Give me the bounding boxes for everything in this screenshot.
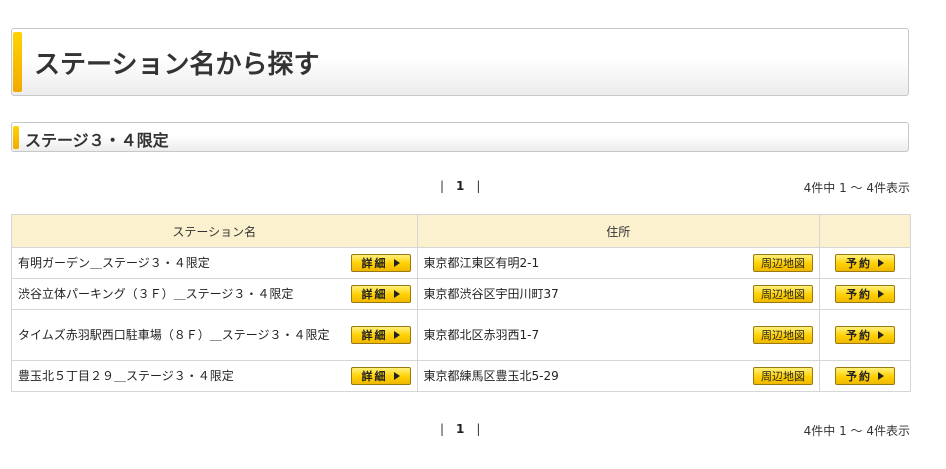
section-title: ステージ３・４限定 xyxy=(11,122,909,152)
map-button[interactable]: 周辺地図 xyxy=(753,254,814,272)
play-arrow-icon xyxy=(878,372,884,380)
station-address: 東京都北区赤羽西1-7 xyxy=(423,327,540,342)
station-name-cell: 有明ガーデン＿ステージ３・４限定 詳細 xyxy=(11,247,418,279)
reserve-cell: 予約 xyxy=(819,360,911,392)
reserve-cell: 予約 xyxy=(819,247,911,279)
table-row: タイムズ赤羽駅西口駐車場（８Ｆ）＿ステージ３・４限定 詳細 東京都北区赤羽西1-… xyxy=(11,309,911,361)
section-title-text: ステージ３・４限定 xyxy=(25,131,169,150)
page-separator: | xyxy=(476,179,481,193)
detail-button[interactable]: 詳細 xyxy=(350,326,411,344)
detail-button[interactable]: 詳細 xyxy=(350,367,411,385)
station-name: 豊玉北５丁目２９＿ステージ３・４限定 xyxy=(18,368,234,383)
reserve-button[interactable]: 予約 xyxy=(835,367,895,385)
address-cell: 東京都北区赤羽西1-7 周辺地図 xyxy=(416,309,821,361)
page-links: | 1 | xyxy=(440,422,480,436)
result-count: 4件中 1 ～ 4件表示 xyxy=(803,424,910,438)
map-button[interactable]: 周辺地図 xyxy=(753,326,814,344)
table-row: 豊玉北５丁目２９＿ステージ３・４限定 詳細 東京都練馬区豊玉北5-29 周辺地図… xyxy=(11,360,911,392)
play-arrow-icon xyxy=(878,331,884,339)
detail-button[interactable]: 詳細 xyxy=(350,285,411,303)
station-name: 渋谷立体パーキング（３Ｆ）＿ステージ３・４限定 xyxy=(18,286,294,301)
reserve-button-label: 予約 xyxy=(846,370,872,383)
page-title: ステーション名から探す xyxy=(11,28,909,96)
header-station-name: ステーション名 xyxy=(11,214,418,248)
page-title-text: ステーション名から探す xyxy=(34,50,320,80)
detail-button-label: 詳細 xyxy=(361,257,388,270)
map-button[interactable]: 周辺地図 xyxy=(753,285,814,303)
result-count: 4件中 1 ～ 4件表示 xyxy=(803,181,910,195)
station-address: 東京都練馬区豊玉北5-29 xyxy=(423,368,559,383)
detail-button-label: 詳細 xyxy=(361,329,388,342)
station-name-cell: 渋谷立体パーキング（３Ｆ）＿ステージ３・４限定 詳細 xyxy=(11,278,418,310)
reserve-button[interactable]: 予約 xyxy=(835,254,895,272)
reserve-button-label: 予約 xyxy=(846,329,872,342)
play-arrow-icon xyxy=(393,331,400,339)
header-reserve xyxy=(819,214,911,248)
station-table: ステーション名 住所 有明ガーデン＿ステージ３・４限定 詳細 東京都江東区有明2… xyxy=(11,214,911,392)
station-name: 有明ガーデン＿ステージ３・４限定 xyxy=(18,255,210,270)
page-separator: | xyxy=(440,179,445,193)
section-accent-bar xyxy=(13,126,19,149)
header-address: 住所 xyxy=(416,214,821,248)
reserve-button[interactable]: 予約 xyxy=(835,285,895,303)
page-separator: | xyxy=(476,422,481,436)
reserve-button-label: 予約 xyxy=(846,288,872,301)
station-address: 東京都江東区有明2-1 xyxy=(423,255,540,270)
play-arrow-icon xyxy=(393,290,400,298)
table-header-row: ステーション名 住所 xyxy=(11,214,911,248)
page-links: | 1 | xyxy=(440,179,480,193)
detail-button-label: 詳細 xyxy=(361,288,388,301)
detail-button-label: 詳細 xyxy=(361,370,388,383)
play-arrow-icon xyxy=(878,259,884,267)
reserve-cell: 予約 xyxy=(819,278,911,310)
address-cell: 東京都江東区有明2-1 周辺地図 xyxy=(416,247,821,279)
play-arrow-icon xyxy=(393,372,400,380)
current-page: 1 xyxy=(456,179,465,193)
pagination-top: | 1 | 4件中 1 ～ 4件表示 xyxy=(0,179,946,197)
address-cell: 東京都渋谷区宇田川町37 周辺地図 xyxy=(416,278,821,310)
table-row: 渋谷立体パーキング（３Ｆ）＿ステージ３・４限定 詳細 東京都渋谷区宇田川町37 … xyxy=(11,278,911,310)
station-name-cell: 豊玉北５丁目２９＿ステージ３・４限定 詳細 xyxy=(11,360,418,392)
play-arrow-icon xyxy=(393,259,400,267)
current-page: 1 xyxy=(456,422,465,436)
page-separator: | xyxy=(440,422,445,436)
play-arrow-icon xyxy=(878,290,884,298)
station-address: 東京都渋谷区宇田川町37 xyxy=(423,286,559,301)
reserve-cell: 予約 xyxy=(819,309,911,361)
map-button[interactable]: 周辺地図 xyxy=(753,367,814,385)
reserve-button[interactable]: 予約 xyxy=(835,326,895,344)
station-name-cell: タイムズ赤羽駅西口駐車場（８Ｆ）＿ステージ３・４限定 詳細 xyxy=(11,309,418,361)
reserve-button-label: 予約 xyxy=(846,257,872,270)
detail-button[interactable]: 詳細 xyxy=(350,254,411,272)
address-cell: 東京都練馬区豊玉北5-29 周辺地図 xyxy=(416,360,821,392)
station-name: タイムズ赤羽駅西口駐車場（８Ｆ）＿ステージ３・４限定 xyxy=(18,327,330,342)
table-row: 有明ガーデン＿ステージ３・４限定 詳細 東京都江東区有明2-1 周辺地図 予約 xyxy=(11,247,911,279)
title-accent-bar xyxy=(13,32,22,92)
pagination-bottom: | 1 | 4件中 1 ～ 4件表示 xyxy=(0,422,946,440)
